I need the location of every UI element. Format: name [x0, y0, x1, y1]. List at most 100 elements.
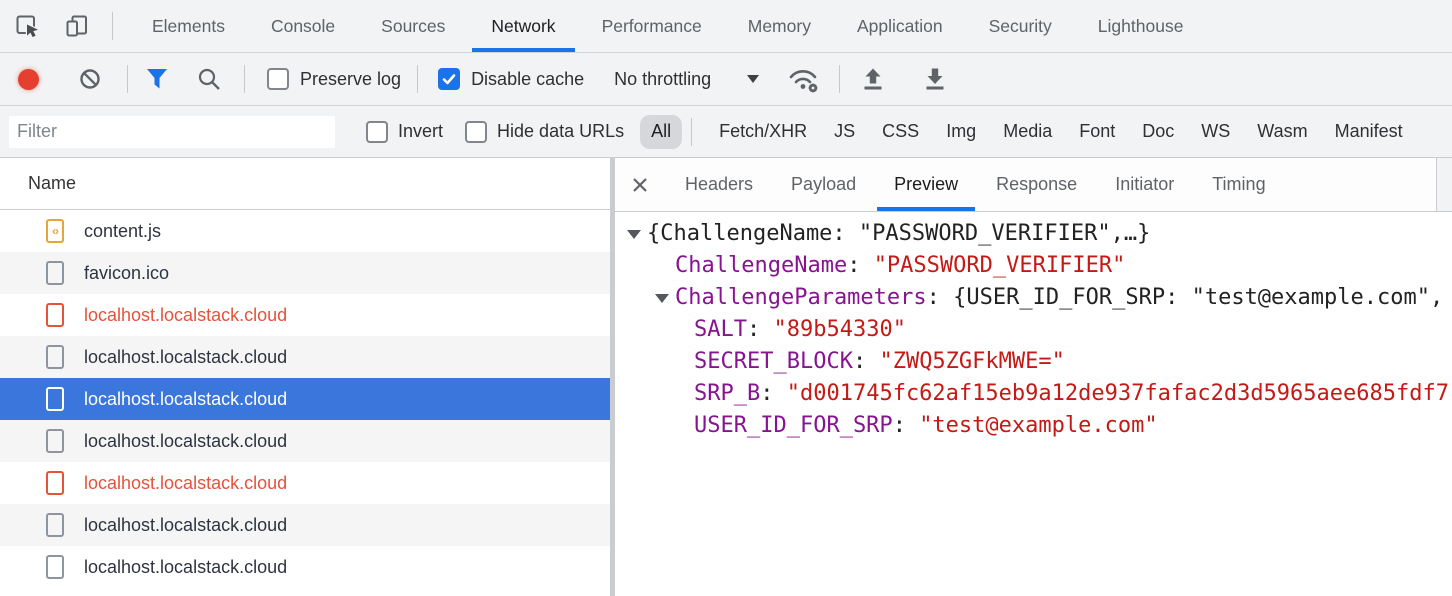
record-icon[interactable] [18, 69, 39, 90]
json-text: {ChallengeName: "PASSWORD_VERIFIER",…} [647, 221, 1150, 246]
detail-tab-preview[interactable]: Preview [875, 158, 977, 211]
filter-type-all[interactable]: All [640, 115, 682, 149]
filter-type-manifest[interactable]: Manifest [1335, 121, 1403, 142]
device-toolbar-icon[interactable] [64, 13, 90, 39]
table-row[interactable]: localhost.localstack.cloud [0, 336, 610, 378]
filter-type-media[interactable]: Media [1003, 121, 1052, 142]
tab-lighthouse[interactable]: Lighthouse [1075, 0, 1207, 52]
invert-checkbox[interactable] [366, 121, 388, 143]
filter-type-fetchxhr[interactable]: Fetch/XHR [719, 121, 807, 142]
detail-tabbar-gutter [1436, 158, 1452, 211]
disable-cache-label[interactable]: Disable cache [471, 69, 584, 90]
json-tree-line[interactable]: SRP_B: "d001745fc62af15eb9a12de937fafac2… [615, 378, 1452, 410]
document-file-icon [46, 429, 64, 453]
request-name: localhost.localstack.cloud [84, 473, 287, 494]
main-tabbar: ElementsConsoleSourcesNetworkPerformance… [0, 0, 1452, 53]
document-file-icon [46, 471, 64, 495]
detail-tab-initiator[interactable]: Initiator [1096, 158, 1193, 211]
detail-tab-timing[interactable]: Timing [1193, 158, 1284, 211]
invert-label[interactable]: Invert [398, 121, 443, 142]
filter-funnel-icon[interactable] [144, 67, 170, 91]
filter-type-ws[interactable]: WS [1201, 121, 1230, 142]
filter-type-js[interactable]: JS [834, 121, 855, 142]
json-tree-line[interactable]: {ChallengeName: "PASSWORD_VERIFIER",…} [615, 218, 1452, 250]
request-name: localhost.localstack.cloud [84, 347, 287, 368]
expander-triangle-icon[interactable] [627, 218, 647, 250]
filter-type-doc[interactable]: Doc [1142, 121, 1174, 142]
table-row[interactable]: localhost.localstack.cloud [0, 504, 610, 546]
detail-tab-payload[interactable]: Payload [772, 158, 875, 211]
toolbar-divider [244, 65, 245, 93]
table-row[interactable]: favicon.ico [0, 252, 610, 294]
json-string-value: "89b54330" [773, 317, 905, 342]
json-tree-line[interactable]: SALT: "89b54330" [615, 314, 1452, 346]
document-file-icon [46, 513, 64, 537]
tab-memory[interactable]: Memory [725, 0, 834, 52]
inspect-cursor-icon[interactable] [14, 13, 40, 39]
tab-elements[interactable]: Elements [129, 0, 248, 52]
filter-bar: Invert Hide data URLs All Fetch/XHR JS CSS I… [0, 106, 1452, 158]
request-name: localhost.localstack.cloud [84, 305, 287, 326]
network-conditions-icon[interactable] [787, 64, 821, 94]
request-table: Name ‹›content.js favicon.ico localhost.lo… [0, 158, 610, 596]
table-row[interactable]: localhost.localstack.cloud [0, 420, 610, 462]
hide-data-urls-checkbox[interactable] [465, 121, 487, 143]
json-preview-tree: {ChallengeName: "PASSWORD_VERIFIER",…} Ch… [615, 212, 1452, 596]
tab-performance[interactable]: Performance [579, 0, 725, 52]
json-tree-line[interactable]: ChallengeName: "PASSWORD_VERIFIER" [615, 250, 1452, 282]
tab-sources[interactable]: Sources [358, 0, 468, 52]
json-key: SALT [694, 317, 747, 342]
clear-icon[interactable] [79, 68, 101, 90]
request-detail-panel: HeadersPayloadPreviewResponseInitiatorTi… [615, 158, 1452, 596]
json-tree-line[interactable]: ChallengeParameters: {USER_ID_FOR_SRP: "… [615, 282, 1452, 314]
json-string-value: "d001745fc62af15eb9a12de937fafac2d3d5965… [787, 381, 1449, 406]
json-text: : [853, 349, 880, 374]
name-column-header[interactable]: Name [0, 158, 610, 210]
tab-security[interactable]: Security [966, 0, 1075, 52]
tab-console[interactable]: Console [248, 0, 358, 52]
tab-network[interactable]: Network [468, 0, 578, 52]
filter-type-css[interactable]: CSS [882, 121, 919, 142]
throttling-select[interactable]: No throttling [614, 69, 759, 90]
json-string-value: "PASSWORD_VERIFIER" [874, 253, 1126, 278]
close-icon[interactable] [628, 158, 652, 211]
search-icon[interactable] [196, 66, 222, 92]
tab-application[interactable]: Application [834, 0, 966, 52]
request-name: localhost.localstack.cloud [84, 431, 287, 452]
json-key: ChallengeName [675, 253, 847, 278]
json-tree-line[interactable]: USER_ID_FOR_SRP: "test@example.com" [615, 410, 1452, 442]
preserve-log-label[interactable]: Preserve log [300, 69, 401, 90]
filter-type-img[interactable]: Img [946, 121, 976, 142]
json-text: : [760, 381, 787, 406]
toolbar-divider [112, 12, 113, 40]
json-tree-line[interactable]: SECRET_BLOCK: "ZWQ5ZGFkMWE=" [615, 346, 1452, 378]
expander-triangle-icon[interactable] [655, 282, 675, 314]
document-file-icon [46, 555, 64, 579]
table-row[interactable]: localhost.localstack.cloud [0, 294, 610, 336]
filter-type-wasm[interactable]: Wasm [1257, 121, 1307, 142]
network-toolbar: Preserve log Disable cache No throttling [0, 53, 1452, 106]
toolbar-divider [127, 65, 128, 93]
import-har-icon[interactable] [860, 66, 886, 92]
json-key: SECRET_BLOCK [694, 349, 853, 374]
filter-type-font[interactable]: Font [1079, 121, 1115, 142]
detail-tab-headers[interactable]: Headers [666, 158, 772, 211]
detail-tabbar: HeadersPayloadPreviewResponseInitiatorTi… [615, 158, 1452, 212]
disable-cache-checkbox[interactable] [438, 68, 460, 90]
export-har-icon[interactable] [922, 66, 948, 92]
request-name: favicon.ico [84, 263, 169, 284]
hide-data-urls-label[interactable]: Hide data URLs [497, 121, 624, 142]
throttling-value: No throttling [614, 69, 711, 90]
preserve-log-checkbox[interactable] [267, 68, 289, 90]
table-row[interactable]: localhost.localstack.cloud [0, 546, 610, 588]
table-row[interactable]: localhost.localstack.cloud [0, 378, 610, 420]
request-name: localhost.localstack.cloud [84, 389, 287, 410]
detail-tab-response[interactable]: Response [977, 158, 1096, 211]
document-file-icon [46, 345, 64, 369]
network-main-area: Name ‹›content.js favicon.ico localhost.lo… [0, 158, 1452, 596]
filter-input[interactable] [9, 116, 335, 148]
tabbar-icons [0, 0, 113, 52]
table-row[interactable]: ‹›content.js [0, 210, 610, 252]
json-key: USER_ID_FOR_SRP [694, 413, 893, 438]
table-row[interactable]: localhost.localstack.cloud [0, 462, 610, 504]
